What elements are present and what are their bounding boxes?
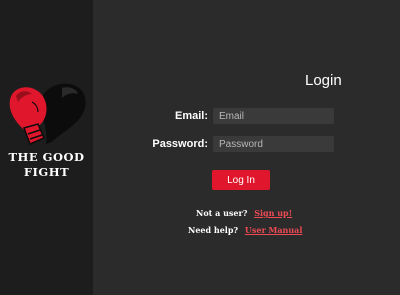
help-prompt: Need help? — [188, 225, 239, 235]
user-manual-link[interactable]: User Manual — [245, 225, 302, 235]
login-button[interactable]: Log In — [212, 170, 270, 190]
signup-prompt: Not a user? — [196, 208, 248, 218]
page-title: Login — [305, 72, 342, 89]
email-label: Email: — [174, 110, 208, 122]
brand-name: THE GOOD FIGHT — [0, 150, 93, 180]
sidebar: THE GOOD FIGHT — [0, 0, 93, 295]
brand-line-1: THE GOOD — [8, 150, 85, 164]
boxing-glove-heart-icon — [9, 83, 86, 145]
password-label: Password: — [152, 138, 208, 150]
email-field[interactable] — [213, 108, 334, 124]
password-field[interactable] — [213, 136, 334, 152]
help-row: Need help? User Manual — [188, 225, 302, 235]
signup-link[interactable]: Sign up! — [254, 208, 292, 218]
signup-row: Not a user? Sign up! — [196, 208, 292, 218]
brand-line-2: FIGHT — [23, 165, 70, 179]
